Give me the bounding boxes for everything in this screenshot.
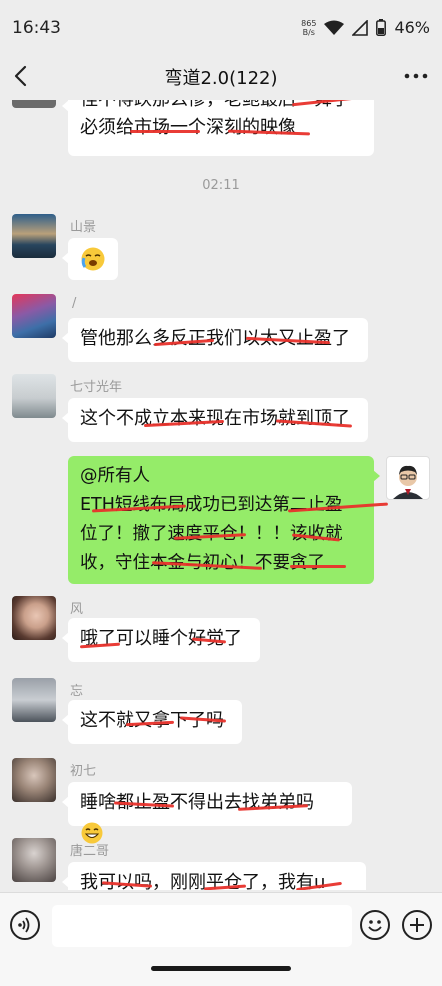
sender-name: 忘: [70, 684, 84, 699]
signal-icon: [352, 19, 369, 36]
crying-emoji-icon: [81, 247, 105, 270]
profile-avatar-icon: [393, 465, 423, 499]
status-icons: 865 B/s 46%: [301, 18, 430, 37]
avatar-self[interactable]: [386, 456, 430, 500]
avatar[interactable]: [12, 758, 56, 802]
voice-button[interactable]: [10, 910, 40, 940]
status-time: 16:43: [12, 18, 61, 38]
sender-name: 山景: [70, 220, 97, 235]
smiley-icon: [368, 920, 382, 932]
avatar[interactable]: [12, 678, 56, 722]
message-bubble[interactable]: [62, 238, 118, 280]
wifi-icon: [324, 20, 345, 35]
sender-name: /: [72, 296, 77, 311]
more-button[interactable]: [402, 910, 432, 940]
more-options-icon[interactable]: [402, 62, 430, 90]
avatar[interactable]: [12, 596, 56, 640]
message-bubble[interactable]: 哦了可以睡个好觉了: [62, 618, 260, 662]
avatar[interactable]: [12, 838, 56, 882]
timestamp: 02:11: [202, 178, 240, 193]
avatar[interactable]: [12, 100, 56, 108]
message-bubble[interactable]: 这个不成立本来现在市场就到顶了: [62, 398, 368, 442]
battery-icon: [376, 19, 387, 36]
sender-name: 风: [70, 602, 84, 617]
avatar[interactable]: [12, 294, 56, 338]
plus-icon: [410, 918, 424, 932]
sender-name: 唐二哥: [70, 844, 110, 859]
battery-percent: 46%: [394, 18, 430, 37]
message-bubble[interactable]: 怪不得跌那么惨，老鲍最后一舞了 必须给市场一个深刻的映像: [62, 100, 374, 156]
message-bubble[interactable]: 管他那么多反正我们以太又止盈了: [62, 318, 368, 362]
chat-header: 弯道2.0(122): [0, 52, 442, 100]
sender-name: 七寸光年: [70, 380, 123, 395]
sender-name: 初七: [70, 764, 97, 779]
message-bubble[interactable]: 这不就又拿下了吗: [62, 700, 242, 744]
message-input[interactable]: [52, 905, 352, 947]
avatar[interactable]: [12, 374, 56, 418]
input-bar: [0, 892, 442, 986]
emoji-button[interactable]: [360, 910, 390, 940]
status-bar: 16:43 865 B/s 46%: [0, 0, 442, 56]
message-bubble[interactable]: 我可以吗，刚刚平仓了，我有u: [62, 862, 366, 890]
message-bubble-self[interactable]: @所有人 ETH短线布局成功已到达第二止盈 位了！撤了速度平仓！！！该收就 收，…: [68, 456, 388, 584]
home-indicator[interactable]: [151, 966, 291, 971]
message-list[interactable]: 怪不得跌那么惨，老鲍最后一舞了 必须给市场一个深刻的映像 02:11 山景 / …: [0, 100, 442, 890]
network-speed: 865 B/s: [301, 18, 317, 37]
avatar[interactable]: [12, 214, 56, 258]
voice-icon: [18, 917, 30, 933]
chat-title: 弯道2.0(122): [164, 68, 278, 89]
message-bubble[interactable]: 睡啥都止盈不得出去找弟弟吗: [62, 782, 352, 844]
